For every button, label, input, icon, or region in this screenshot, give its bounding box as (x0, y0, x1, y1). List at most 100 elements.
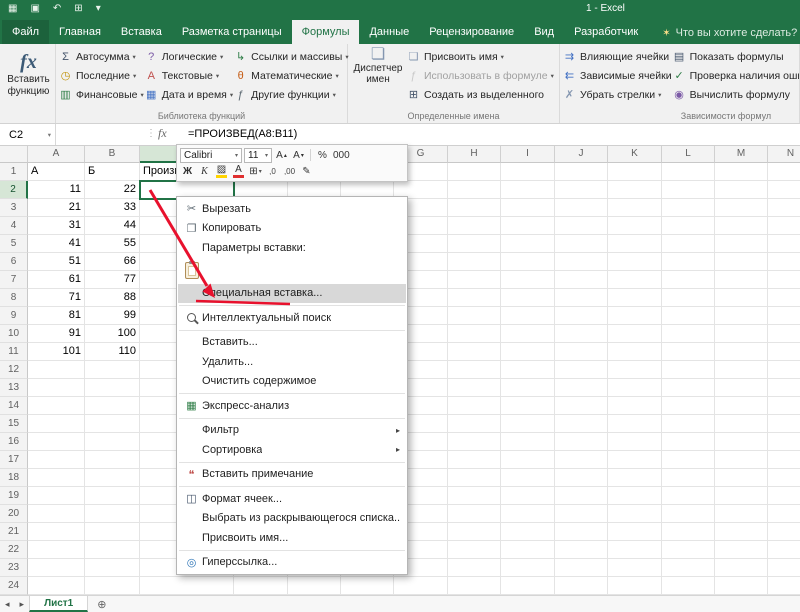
cell-A6[interactable]: 51 (28, 253, 85, 271)
cell-I1[interactable] (501, 163, 555, 181)
cell-A13[interactable] (28, 379, 85, 397)
cell-N4[interactable] (768, 217, 800, 235)
cell-J16[interactable] (555, 433, 608, 451)
cell-A11[interactable]: 101 (28, 343, 85, 361)
cell-N23[interactable] (768, 559, 800, 577)
cell-N15[interactable] (768, 415, 800, 433)
shrink-font-button[interactable]: А ▾ (291, 148, 306, 163)
cell-A18[interactable] (28, 469, 85, 487)
cell-J8[interactable] (555, 289, 608, 307)
cell-I7[interactable] (501, 271, 555, 289)
cell-F24[interactable] (341, 577, 394, 595)
sort-menu-item[interactable]: Сортировка▸ (178, 440, 406, 460)
cell-H17[interactable] (448, 451, 501, 469)
cell-M17[interactable] (715, 451, 768, 469)
cell-L14[interactable] (662, 397, 715, 415)
cell-H14[interactable] (448, 397, 501, 415)
cell-N19[interactable] (768, 487, 800, 505)
cell-M2[interactable] (715, 181, 768, 199)
cell-K12[interactable] (608, 361, 662, 379)
cell-L23[interactable] (662, 559, 715, 577)
cell-J18[interactable] (555, 469, 608, 487)
cell-L6[interactable] (662, 253, 715, 271)
row-header-17[interactable]: 17 (0, 451, 28, 469)
cell-I23[interactable] (501, 559, 555, 577)
cell-M22[interactable] (715, 541, 768, 559)
row-header-7[interactable]: 7 (0, 271, 28, 289)
cell-K2[interactable] (608, 181, 662, 199)
filter-menu-item[interactable]: Фильтр▸ (178, 421, 406, 441)
excel-logo-icon[interactable]: ▦ (8, 4, 17, 14)
tab-data[interactable]: Данные (359, 20, 419, 44)
cell-K20[interactable] (608, 505, 662, 523)
column-header-N[interactable]: N (768, 146, 800, 163)
cell-M15[interactable] (715, 415, 768, 433)
select-all-corner[interactable] (0, 146, 28, 163)
cell-A8[interactable]: 71 (28, 289, 85, 307)
cell-M16[interactable] (715, 433, 768, 451)
cell-L12[interactable] (662, 361, 715, 379)
cell-B12[interactable] (85, 361, 140, 379)
cell-J19[interactable] (555, 487, 608, 505)
undo-icon[interactable]: ↶ (53, 4, 61, 14)
row-header-3[interactable]: 3 (0, 199, 28, 217)
cell-N22[interactable] (768, 541, 800, 559)
cell-I20[interactable] (501, 505, 555, 523)
tab-page-layout[interactable]: Разметка страницы (172, 20, 292, 44)
name-manager-button[interactable]: ❏Диспетчеримен (350, 45, 406, 110)
cell-I15[interactable] (501, 415, 555, 433)
row-header-19[interactable]: 19 (0, 487, 28, 505)
cell-N6[interactable] (768, 253, 800, 271)
cell-A23[interactable] (28, 559, 85, 577)
sheet-nav-left-icon[interactable]: ◂ (0, 599, 15, 610)
cell-B16[interactable] (85, 433, 140, 451)
row-header-21[interactable]: 21 (0, 523, 28, 541)
increase-decimal-button[interactable]: ,00 (282, 164, 297, 179)
hyperlink-menu-item[interactable]: ◎Гиперссылка... (178, 553, 406, 573)
row-header-5[interactable]: 5 (0, 235, 28, 253)
cell-L21[interactable] (662, 523, 715, 541)
cell-L22[interactable] (662, 541, 715, 559)
cell-B22[interactable] (85, 541, 140, 559)
cell-H20[interactable] (448, 505, 501, 523)
cell-C24[interactable] (140, 577, 234, 595)
cell-J4[interactable] (555, 217, 608, 235)
sheet-nav-right-icon[interactable]: ▸ (15, 599, 30, 610)
pick-from-list-menu-item[interactable]: Выбрать из раскрывающегося списка... (178, 509, 406, 529)
smart-lookup-menu-item[interactable]: Интеллектуальный поиск (178, 308, 406, 328)
cell-N9[interactable] (768, 307, 800, 325)
cell-M11[interactable] (715, 343, 768, 361)
cell-B15[interactable] (85, 415, 140, 433)
cell-B3[interactable]: 33 (85, 199, 140, 217)
cell-H7[interactable] (448, 271, 501, 289)
cell-J20[interactable] (555, 505, 608, 523)
cell-B8[interactable]: 88 (85, 289, 140, 307)
cell-H9[interactable] (448, 307, 501, 325)
cell-K10[interactable] (608, 325, 662, 343)
cell-J14[interactable] (555, 397, 608, 415)
cell-J23[interactable] (555, 559, 608, 577)
cell-M21[interactable] (715, 523, 768, 541)
tab-home[interactable]: Главная (49, 20, 111, 44)
tab-insert[interactable]: Вставка (111, 20, 172, 44)
cell-N2[interactable] (768, 181, 800, 199)
cell-B7[interactable]: 77 (85, 271, 140, 289)
cell-K5[interactable] (608, 235, 662, 253)
cell-H18[interactable] (448, 469, 501, 487)
cell-H4[interactable] (448, 217, 501, 235)
cell-I13[interactable] (501, 379, 555, 397)
cell-M7[interactable] (715, 271, 768, 289)
cell-L24[interactable] (662, 577, 715, 595)
cell-N10[interactable] (768, 325, 800, 343)
more-functions-button[interactable]: ƒДругие функции▾ (233, 85, 345, 104)
cell-L16[interactable] (662, 433, 715, 451)
cell-I24[interactable] (501, 577, 555, 595)
cell-N20[interactable] (768, 505, 800, 523)
cell-B6[interactable]: 66 (85, 253, 140, 271)
cell-M9[interactable] (715, 307, 768, 325)
cell-I9[interactable] (501, 307, 555, 325)
cell-A5[interactable]: 41 (28, 235, 85, 253)
cell-N18[interactable] (768, 469, 800, 487)
cell-B19[interactable] (85, 487, 140, 505)
insert-comment-menu-item[interactable]: ❝Вставить примечание (178, 465, 406, 485)
